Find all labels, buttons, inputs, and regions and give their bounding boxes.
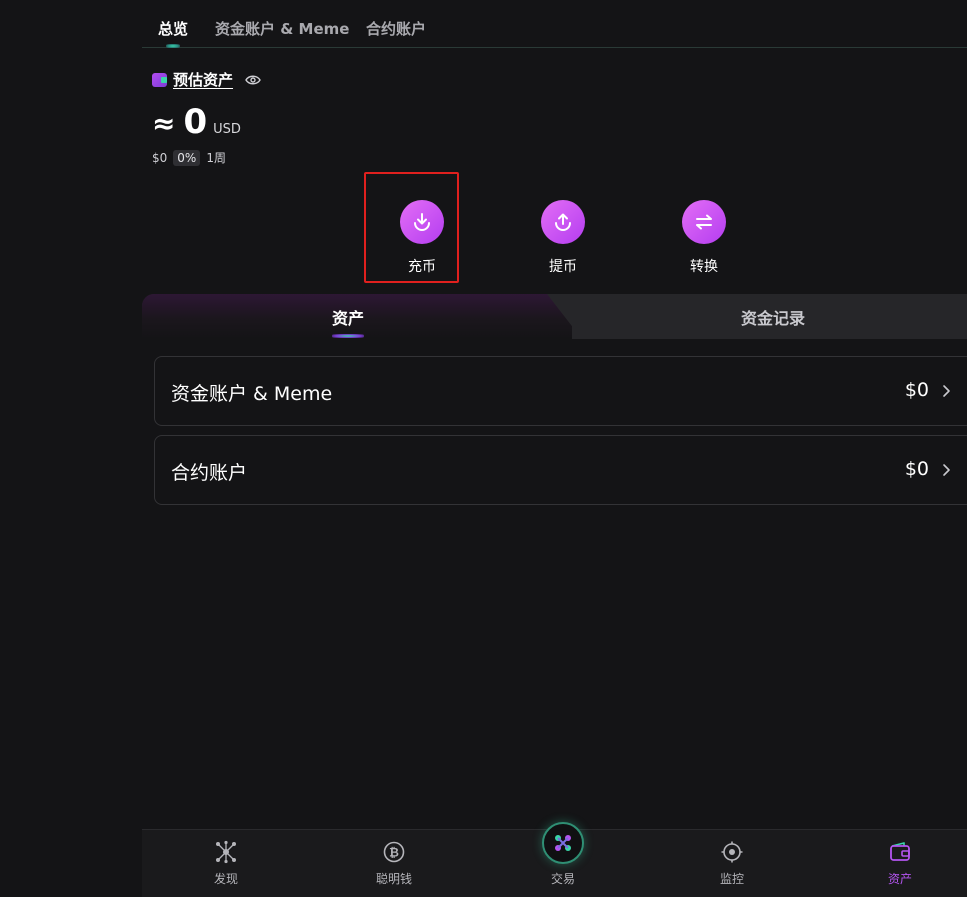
account-amount: $0	[904, 379, 929, 401]
tab-funding-meme[interactable]: 资金账户 & Meme	[215, 18, 349, 39]
nav-monitor[interactable]: 监控	[692, 840, 772, 887]
nav-monitor-label: 监控	[719, 872, 744, 886]
account-name: 资金账户 & Meme	[171, 383, 333, 405]
sub-tabs: 资产 资金记录	[142, 294, 967, 339]
trade-icon[interactable]	[542, 822, 584, 864]
bottom-nav: 发现 ₿ 聪明钱 交易 监控 资产	[142, 822, 967, 897]
withdraw-icon	[541, 200, 585, 244]
account-amount: $0	[904, 458, 929, 480]
chevron-right-icon	[943, 385, 950, 397]
change-amount: $0	[152, 150, 168, 165]
nav-assets[interactable]: 资产	[860, 840, 940, 887]
svg-text:₿: ₿	[389, 846, 399, 860]
tab-fund-records[interactable]: 资金记录	[741, 305, 805, 329]
wallet-small-icon	[152, 72, 167, 87]
tab-funding-meme-label: 资金账户 & Meme	[215, 20, 350, 38]
tab-futures[interactable]: 合约账户	[366, 18, 426, 39]
balance-row: ≈ 0 USD	[152, 102, 241, 142]
nav-smart-money-label: 聪明钱	[375, 872, 412, 886]
tab-fund-records-label: 资金记录	[741, 309, 806, 328]
account-card-funding[interactable]: 资金账户 & Meme $0	[154, 356, 967, 426]
nav-smart-money[interactable]: ₿ 聪明钱	[354, 840, 434, 887]
tab-overview[interactable]: 总览	[158, 18, 189, 48]
app-root: 总览 资金账户 & Meme 合约账户 预估资产 ≈ 0 USD $0 0% 1…	[0, 0, 967, 897]
withdraw-button[interactable]: 提币	[523, 200, 603, 276]
change-period: 1周	[206, 151, 226, 165]
chevron-right-icon	[943, 464, 950, 476]
change-percent: 0%	[173, 149, 201, 166]
tab-assets-indicator	[332, 334, 365, 338]
nav-assets-label: 资产	[887, 872, 912, 886]
tab-overview-label: 总览	[158, 20, 189, 38]
monitor-icon	[721, 841, 743, 863]
tab-active-indicator	[166, 44, 181, 48]
wallet-icon	[890, 842, 910, 861]
transfer-label: 转换	[690, 259, 718, 275]
account-name: 合约账户	[171, 462, 248, 484]
eye-icon[interactable]	[245, 74, 261, 86]
tab-futures-label: 合约账户	[366, 20, 427, 38]
discover-icon	[216, 840, 236, 864]
deposit-label: 充币	[408, 259, 436, 275]
nav-discover[interactable]: 发现	[186, 840, 266, 887]
nav-discover-label: 发现	[213, 872, 238, 886]
approx-symbol: ≈	[152, 107, 176, 140]
estimated-assets-title[interactable]: 预估资产	[173, 69, 233, 90]
withdraw-label: 提币	[549, 259, 577, 275]
balance-value: 0	[183, 102, 208, 142]
top-tabs: 总览 资金账户 & Meme 合约账户	[142, 0, 967, 48]
estimated-assets-header: 预估资产	[152, 69, 261, 90]
nav-trade-label: 交易	[550, 872, 575, 886]
transfer-icon	[682, 200, 726, 244]
change-row: $0 0% 1周	[152, 149, 226, 166]
bitcoin-icon: ₿	[383, 841, 405, 863]
transfer-button[interactable]: 转换	[664, 200, 744, 276]
tab-assets-label: 资产	[332, 309, 365, 328]
balance-currency: USD	[213, 122, 241, 137]
deposit-button[interactable]: 充币	[382, 200, 462, 276]
account-card-futures[interactable]: 合约账户 $0	[154, 435, 967, 505]
deposit-icon	[400, 200, 444, 244]
tab-assets[interactable]: 资产	[332, 305, 365, 338]
